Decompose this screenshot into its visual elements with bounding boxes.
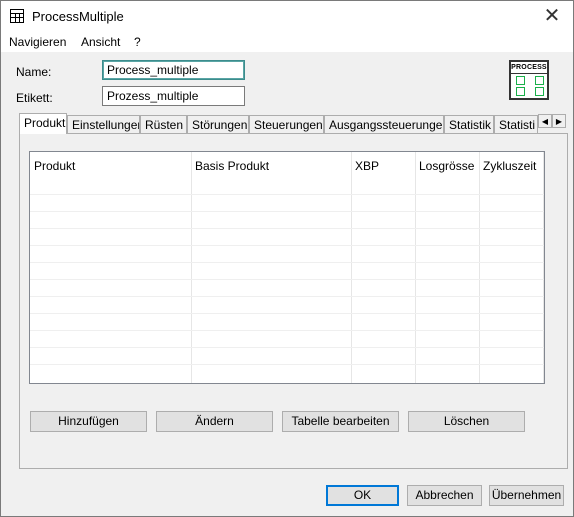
tab-ruesten[interactable]: Rüsten [140,115,187,133]
name-field[interactable]: Process_multiple [102,60,245,80]
grid-row-line [30,313,544,314]
grid-row-line [30,296,544,297]
menu-navigieren[interactable]: Navigieren [9,35,66,49]
grid-row-line [30,211,544,212]
tab-produkt[interactable]: Produkt [19,113,67,134]
tab-ausgangssteuerungen[interactable]: Ausgangssteuerungen [324,115,444,133]
tab-scroll-left-icon[interactable]: ◀ [538,114,552,128]
tab-statistik-2[interactable]: Statisti [494,115,538,133]
column-header-losgroesse[interactable]: Losgrösse [415,152,479,190]
column-header-basis-produkt[interactable]: Basis Produkt [191,152,351,190]
cancel-button[interactable]: Abbrechen [407,485,482,506]
delete-button[interactable]: Löschen [408,411,525,432]
grid-row-line [30,262,544,263]
grid-row-line [30,364,544,365]
grid-row-line [30,245,544,246]
tab-einstellungen[interactable]: Einstellungen [67,115,140,133]
window-title: ProcessMultiple [32,9,124,24]
edit-table-button[interactable]: Tabelle bearbeiten [282,411,399,432]
tab-statistik[interactable]: Statistik [444,115,494,133]
label-field[interactable]: Prozess_multiple [102,86,245,106]
title-bar: ProcessMultiple ✕ [1,1,573,32]
column-header-zykluszeit[interactable]: Zykluszeit [479,152,543,190]
grid-row-line [30,279,544,280]
change-button[interactable]: Ändern [156,411,273,432]
grid-row-line [30,347,544,348]
label-label: Etikett: [16,91,53,105]
tab-scroll-right-icon[interactable]: ▶ [552,114,566,128]
column-header-produkt[interactable]: Produkt [30,152,191,190]
menu-help[interactable]: ? [134,35,141,49]
process-multiple-dialog: ProcessMultiple ✕ Navigieren Ansicht ? N… [0,0,574,517]
grid-row-line [30,194,544,195]
name-label: Name: [16,65,52,79]
tab-steuerungen[interactable]: Steuerungen [249,115,324,133]
ok-button[interactable]: OK [326,485,399,506]
grid-row-line [30,228,544,229]
product-table[interactable]: Produkt Basis Produkt XBP Losgrösse Zykl… [29,151,545,384]
process-type-icon: PROCESS [509,60,549,100]
tab-stoerungen[interactable]: Störungen [187,115,249,133]
apply-button[interactable]: Übernehmen [489,485,564,506]
add-button[interactable]: Hinzufügen [30,411,147,432]
grid-row-line [30,330,544,331]
menu-ansicht[interactable]: Ansicht [81,35,120,49]
column-header-xbp[interactable]: XBP [351,152,415,190]
close-icon[interactable]: ✕ [539,4,565,28]
process-icon-caption: PROCESS [511,62,547,74]
menu-bar: Navigieren Ansicht ? [1,32,573,52]
window-app-icon [10,9,24,23]
